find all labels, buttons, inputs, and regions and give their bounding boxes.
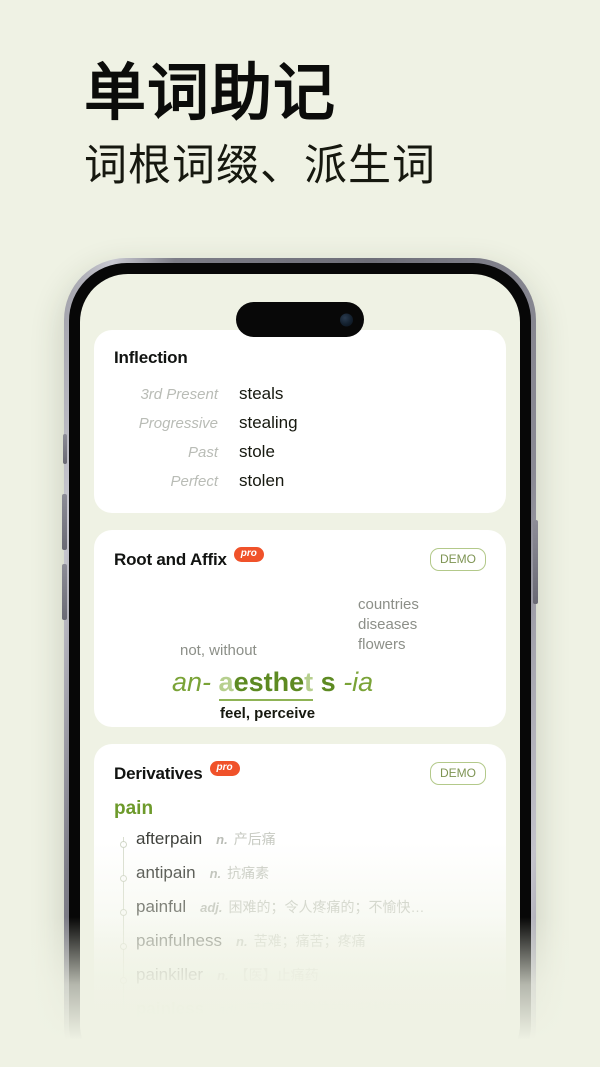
page-title: 单词助记 xyxy=(84,60,337,128)
phone-bezel: Inflection 3rd Present steals Progressiv… xyxy=(69,263,531,1067)
derivatives-card: Derivatives pro DEMO pain afterpain n. 产… xyxy=(94,744,506,1067)
pro-badge: pro xyxy=(233,547,264,562)
derivative-pos: n. xyxy=(236,934,248,949)
prefix-meaning: not, without xyxy=(180,642,257,659)
derivatives-card-header: Derivatives pro DEMO xyxy=(114,761,486,785)
derivative-row[interactable]: painless adj. 无痛的；愉快的；轻松的 xyxy=(114,999,486,1033)
derivative-definition: 产后痛 xyxy=(233,831,276,847)
inflection-value: stealing xyxy=(239,413,298,432)
derivative-word: painful xyxy=(136,897,187,916)
word-prefix: an- xyxy=(172,667,212,697)
root-and-affix-card-header: Root and Affix pro DEMO xyxy=(114,547,486,571)
volume-up-button[interactable] xyxy=(62,494,67,550)
power-button[interactable] xyxy=(533,520,538,604)
demo-button[interactable]: DEMO xyxy=(430,548,486,571)
demo-button[interactable]: DEMO xyxy=(430,762,486,785)
inflection-title-wrap: Inflection xyxy=(114,348,188,368)
derivative-definition: 无痛地；愉快地；轻… xyxy=(299,1035,440,1051)
poster-headline-block: 单词助记 词根词缀、派生词 xyxy=(84,60,524,193)
derivative-word: painkiller xyxy=(136,965,204,984)
inflection-value: stolen xyxy=(239,471,285,490)
inflection-value: stole xyxy=(239,442,275,461)
inflection-card-header: Inflection xyxy=(114,348,486,368)
derivatives-title: Derivatives xyxy=(114,763,203,783)
word-root-dim-end: t xyxy=(304,667,314,697)
derivative-row[interactable]: afterpain n. 产后痛 xyxy=(114,829,486,863)
phone-screen: Inflection 3rd Present steals Progressiv… xyxy=(80,274,520,1067)
derivative-definition: 困难的；令人疼痛的；不愉快… xyxy=(228,899,425,915)
derivative-word: antipain xyxy=(136,863,196,882)
word-root-strong: esthe xyxy=(233,667,305,697)
root-and-affix-title-wrap: Root and Affix pro xyxy=(114,547,264,570)
derivative-pos: n. xyxy=(209,866,222,881)
derivative-row[interactable]: antipain n. 抗痛素 xyxy=(114,863,486,897)
suffix-meaning-line: flowers xyxy=(358,635,406,653)
tree-node-icon xyxy=(119,977,127,984)
suffix-meaning-list: countries diseases flowers xyxy=(358,595,419,655)
derivative-word: painfulness xyxy=(136,931,223,950)
root-and-affix-body: countries diseases flowers not, without … xyxy=(114,583,486,722)
derivative-definition: 抗痛素 xyxy=(227,865,270,881)
suffix-meaning-line: countries xyxy=(358,596,419,613)
derivative-word: afterpain xyxy=(136,829,203,848)
page-subtitle: 词根词缀、派生词 xyxy=(84,143,436,191)
front-camera-icon xyxy=(340,313,353,326)
derivative-row[interactable]: painlessly adv. 无痛地；愉快地；轻… xyxy=(114,1033,486,1067)
inflection-row: 3rd Present steals xyxy=(114,384,486,404)
derivative-definition: 【医】止痛药 xyxy=(234,967,319,983)
inflection-label: Perfect xyxy=(170,473,218,490)
derivative-row[interactable]: painkiller n. 【医】止痛药 xyxy=(114,965,486,999)
tree-node-icon xyxy=(119,943,127,950)
pro-badge: pro xyxy=(209,761,240,776)
word-root: aesthet xyxy=(218,667,314,701)
word-suffix: -ia xyxy=(343,667,374,697)
root-and-affix-title: Root and Affix xyxy=(114,549,227,569)
inflection-card: Inflection 3rd Present steals Progressiv… xyxy=(94,330,506,513)
derivatives-tree: afterpain n. 产后痛 antipain n. 抗痛素 painful… xyxy=(114,829,486,1067)
suffix-meaning-line: diseases xyxy=(358,615,418,633)
inflection-row: Progressive stealing xyxy=(114,413,486,433)
root-and-affix-card: Root and Affix pro DEMO countries diseas… xyxy=(94,530,506,727)
word-connector: s xyxy=(320,667,336,697)
inflection-rows: 3rd Present steals Progressive stealing … xyxy=(114,384,486,491)
root-meaning: feel, perceive xyxy=(220,705,316,722)
derivatives-root-word: pain xyxy=(114,798,154,819)
derivative-pos: adj. xyxy=(218,1002,241,1017)
derivative-row[interactable]: painfulness n. 苦难；痛苦；疼痛 xyxy=(114,931,486,965)
volume-down-button[interactable] xyxy=(62,564,67,620)
inflection-label: Past xyxy=(187,444,218,461)
derivative-definition: 苦难；痛苦；疼痛 xyxy=(253,933,366,949)
derivative-word: painless xyxy=(136,999,205,1018)
derivative-pos: n. xyxy=(217,968,229,983)
dynamic-island xyxy=(236,302,364,337)
silent-switch-button[interactable] xyxy=(63,434,67,464)
inflection-row: Past stole xyxy=(114,442,486,462)
inflection-title: Inflection xyxy=(114,348,188,367)
derivative-pos: adj. xyxy=(200,900,223,915)
derivative-word: painlessly xyxy=(172,1033,255,1052)
tree-node-icon xyxy=(119,841,127,848)
word-root-dim-start: a xyxy=(218,667,234,697)
derivative-pos: n. xyxy=(216,832,228,847)
inflection-label: Progressive xyxy=(138,415,218,432)
phone-mockup: Inflection 3rd Present steals Progressiv… xyxy=(62,258,538,1067)
tree-node-icon xyxy=(119,875,127,882)
derivative-definition: 无痛的；愉快的；轻松的 xyxy=(246,1001,401,1017)
tree-node-icon xyxy=(155,1045,163,1052)
tree-node-icon xyxy=(119,1011,127,1018)
inflection-value: steals xyxy=(239,384,284,403)
derivatives-title-wrap: Derivatives pro xyxy=(114,761,240,784)
tree-node-icon xyxy=(119,909,127,916)
derivative-pos: adv. xyxy=(268,1036,294,1051)
derivative-row[interactable]: painful adj. 困难的；令人疼痛的；不愉快… xyxy=(114,897,486,931)
word-breakdown: an- aesthet s -ia xyxy=(172,667,374,701)
inflection-row: Perfect stolen xyxy=(114,471,486,491)
inflection-label: 3rd Present xyxy=(140,386,218,403)
